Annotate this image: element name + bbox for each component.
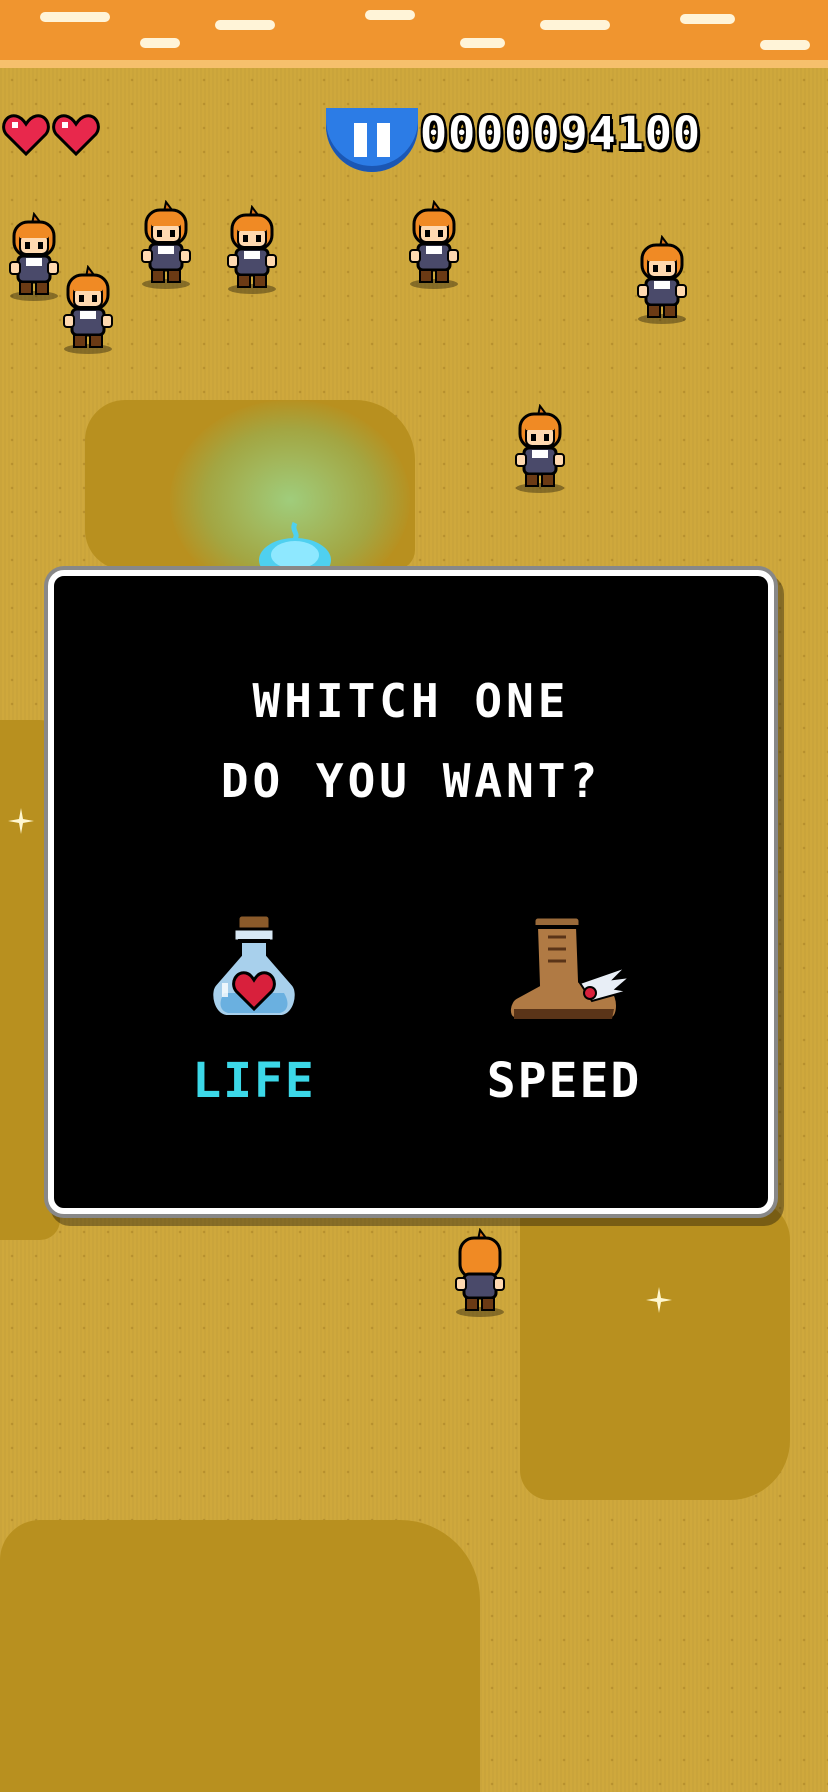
sparkle-icon	[646, 1287, 672, 1313]
cloud	[680, 14, 735, 24]
pause-icon-bar	[354, 123, 367, 157]
cloud	[460, 38, 505, 48]
choice-life[interactable]: LIFE	[144, 911, 364, 1151]
dialog-question: WHITCH ONE DO YOU WANT?	[54, 661, 768, 821]
question-line-2: DO YOU WANT?	[220, 754, 602, 808]
enemy-girl	[54, 265, 122, 355]
lives-indicator	[2, 112, 100, 156]
enemy-girl	[132, 200, 200, 290]
sand-patch	[0, 1520, 480, 1792]
upgrade-choice-dialog: WHITCH ONE DO YOU WANT? LIFE SPEED	[48, 570, 774, 1214]
sand-patch	[520, 1200, 790, 1500]
score-counter: 0000094100	[420, 107, 701, 160]
sparkle-icon	[8, 808, 34, 834]
heart-potion-icon	[209, 913, 299, 1019]
enemy-girl	[446, 1228, 514, 1318]
choice-speed[interactable]: SPEED	[454, 911, 674, 1151]
choice-life-label: LIFE	[192, 1053, 316, 1109]
sky-strip	[0, 0, 828, 68]
enemy-girl	[218, 205, 286, 295]
enemy-girl	[628, 235, 696, 325]
heart-icon	[52, 114, 100, 156]
player-character	[259, 521, 331, 575]
cloud	[760, 40, 810, 50]
enemy-girl	[506, 404, 574, 494]
cloud	[40, 12, 110, 22]
question-line-1: WHITCH ONE	[252, 674, 570, 728]
pause-icon-bar	[377, 123, 390, 157]
choice-speed-label: SPEED	[486, 1053, 642, 1109]
heart-icon	[2, 114, 50, 156]
winged-boot-icon	[507, 915, 634, 1021]
cloud	[215, 20, 275, 30]
cloud	[140, 38, 180, 48]
cloud	[540, 20, 610, 30]
cloud	[365, 10, 415, 20]
enemy-girl	[400, 200, 468, 290]
